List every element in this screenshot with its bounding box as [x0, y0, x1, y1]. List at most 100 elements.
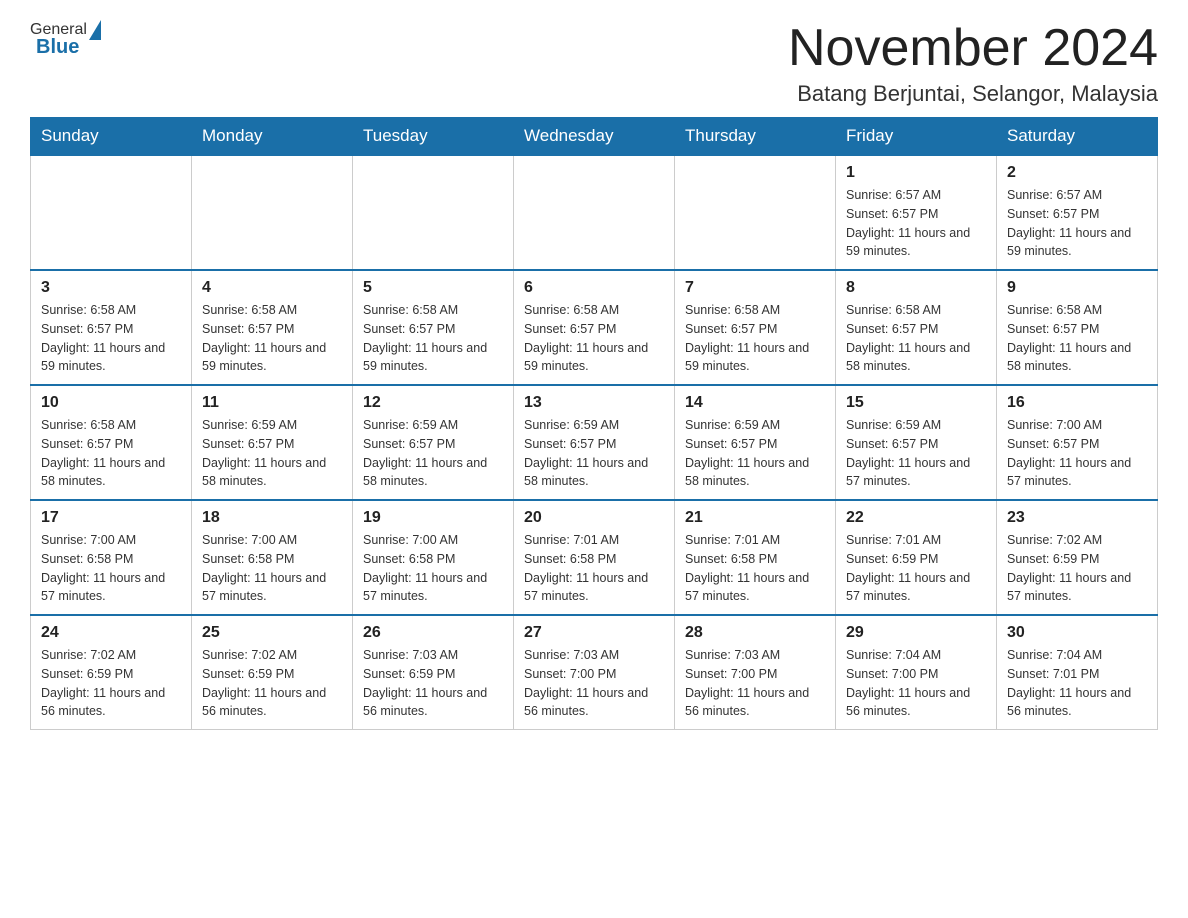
- calendar-cell: 24Sunrise: 7:02 AMSunset: 6:59 PMDayligh…: [31, 615, 192, 730]
- calendar-week-3: 10 Sunrise: 6:58 AMSunset: 6:57 PMDayligh…: [31, 385, 1158, 500]
- calendar-cell: 30Sunrise: 7:04 AMSunset: 7:01 PMDayligh…: [997, 615, 1158, 730]
- logo-blue-text: Blue: [30, 36, 79, 59]
- day-number: 18: [202, 509, 342, 527]
- day-info: Sunrise: 6:59 AMSunset: 6:57 PMDaylight:…: [202, 416, 342, 491]
- day-info: Sunrise: 7:02 AMSunset: 6:59 PMDaylight:…: [41, 646, 181, 721]
- calendar-cell: 4 Sunrise: 6:58 AMSunset: 6:57 PMDaylight…: [192, 270, 353, 385]
- day-number: 17: [41, 509, 181, 527]
- calendar-cell: 26Sunrise: 7:03 AMSunset: 6:59 PMDayligh…: [353, 615, 514, 730]
- day-info: Sunrise: 6:58 AMSunset: 6:57 PMDaylight:…: [41, 416, 181, 491]
- day-info: Sunrise: 7:04 AMSunset: 7:00 PMDaylight:…: [846, 646, 986, 721]
- weekday-header-monday: Monday: [192, 118, 353, 156]
- calendar-cell: 13Sunrise: 6:59 AMSunset: 6:57 PMDayligh…: [514, 385, 675, 500]
- day-info: Sunrise: 7:00 AMSunset: 6:57 PMDaylight:…: [1007, 416, 1147, 491]
- day-number: 30: [1007, 624, 1147, 642]
- title-block: November 2024 Batang Berjuntai, Selangor…: [788, 20, 1158, 107]
- day-info: Sunrise: 6:59 AMSunset: 6:57 PMDaylight:…: [685, 416, 825, 491]
- day-info: Sunrise: 7:03 AMSunset: 7:00 PMDaylight:…: [524, 646, 664, 721]
- calendar-cell: [31, 155, 192, 270]
- day-info: Sunrise: 7:01 AMSunset: 6:59 PMDaylight:…: [846, 531, 986, 606]
- day-info: Sunrise: 7:01 AMSunset: 6:58 PMDaylight:…: [685, 531, 825, 606]
- logo-triangle-icon: [89, 20, 101, 40]
- day-number: 8: [846, 279, 986, 297]
- calendar-cell: 22 Sunrise: 7:01 AMSunset: 6:59 PMDayligh…: [836, 500, 997, 615]
- calendar-cell: 5 Sunrise: 6:58 AMSunset: 6:57 PMDaylight…: [353, 270, 514, 385]
- calendar-cell: 7 Sunrise: 6:58 AMSunset: 6:57 PMDaylight…: [675, 270, 836, 385]
- day-number: 22: [846, 509, 986, 527]
- day-info: Sunrise: 6:58 AMSunset: 6:57 PMDaylight:…: [41, 301, 181, 376]
- calendar-cell: 11 Sunrise: 6:59 AMSunset: 6:57 PMDayligh…: [192, 385, 353, 500]
- calendar-cell: 15Sunrise: 6:59 AMSunset: 6:57 PMDayligh…: [836, 385, 997, 500]
- day-info: Sunrise: 6:58 AMSunset: 6:57 PMDaylight:…: [846, 301, 986, 376]
- day-number: 3: [41, 279, 181, 297]
- day-number: 27: [524, 624, 664, 642]
- day-number: 5: [363, 279, 503, 297]
- weekday-header-wednesday: Wednesday: [514, 118, 675, 156]
- calendar-cell: 3 Sunrise: 6:58 AMSunset: 6:57 PMDaylight…: [31, 270, 192, 385]
- day-number: 10: [41, 394, 181, 412]
- day-number: 12: [363, 394, 503, 412]
- day-number: 28: [685, 624, 825, 642]
- day-number: 14: [685, 394, 825, 412]
- day-info: Sunrise: 6:59 AMSunset: 6:57 PMDaylight:…: [363, 416, 503, 491]
- calendar-cell: [192, 155, 353, 270]
- day-info: Sunrise: 6:59 AMSunset: 6:57 PMDaylight:…: [524, 416, 664, 491]
- day-number: 4: [202, 279, 342, 297]
- calendar-cell: 12 Sunrise: 6:59 AMSunset: 6:57 PMDayligh…: [353, 385, 514, 500]
- location-title: Batang Berjuntai, Selangor, Malaysia: [788, 81, 1158, 107]
- day-info: Sunrise: 6:58 AMSunset: 6:57 PMDaylight:…: [685, 301, 825, 376]
- day-number: 20: [524, 509, 664, 527]
- calendar-cell: 27 Sunrise: 7:03 AMSunset: 7:00 PMDayligh…: [514, 615, 675, 730]
- calendar-table: SundayMondayTuesdayWednesdayThursdayFrid…: [30, 117, 1158, 730]
- day-number: 11: [202, 394, 342, 412]
- calendar-cell: 18Sunrise: 7:00 AMSunset: 6:58 PMDayligh…: [192, 500, 353, 615]
- day-number: 2: [1007, 164, 1147, 182]
- day-info: Sunrise: 6:57 AMSunset: 6:57 PMDaylight:…: [846, 186, 986, 261]
- day-info: Sunrise: 7:00 AMSunset: 6:58 PMDaylight:…: [363, 531, 503, 606]
- weekday-header-friday: Friday: [836, 118, 997, 156]
- weekday-header-saturday: Saturday: [997, 118, 1158, 156]
- logo: General Blue: [30, 20, 103, 59]
- calendar-cell: [514, 155, 675, 270]
- day-number: 23: [1007, 509, 1147, 527]
- weekday-header-tuesday: Tuesday: [353, 118, 514, 156]
- day-number: 25: [202, 624, 342, 642]
- day-info: Sunrise: 6:59 AMSunset: 6:57 PMDaylight:…: [846, 416, 986, 491]
- calendar-cell: 9 Sunrise: 6:58 AMSunset: 6:57 PMDaylight…: [997, 270, 1158, 385]
- month-title: November 2024: [788, 20, 1158, 77]
- day-info: Sunrise: 6:58 AMSunset: 6:57 PMDaylight:…: [202, 301, 342, 376]
- day-info: Sunrise: 6:58 AMSunset: 6:57 PMDaylight:…: [363, 301, 503, 376]
- calendar-cell: 28Sunrise: 7:03 AMSunset: 7:00 PMDayligh…: [675, 615, 836, 730]
- calendar-cell: 6 Sunrise: 6:58 AMSunset: 6:57 PMDaylight…: [514, 270, 675, 385]
- day-info: Sunrise: 7:02 AMSunset: 6:59 PMDaylight:…: [202, 646, 342, 721]
- calendar-cell: 21Sunrise: 7:01 AMSunset: 6:58 PMDayligh…: [675, 500, 836, 615]
- calendar-week-5: 24Sunrise: 7:02 AMSunset: 6:59 PMDayligh…: [31, 615, 1158, 730]
- calendar-week-4: 17 Sunrise: 7:00 AMSunset: 6:58 PMDayligh…: [31, 500, 1158, 615]
- calendar-week-2: 3 Sunrise: 6:58 AMSunset: 6:57 PMDaylight…: [31, 270, 1158, 385]
- calendar-cell: 14 Sunrise: 6:59 AMSunset: 6:57 PMDayligh…: [675, 385, 836, 500]
- calendar-cell: 1 Sunrise: 6:57 AMSunset: 6:57 PMDaylight…: [836, 155, 997, 270]
- calendar-cell: 8 Sunrise: 6:58 AMSunset: 6:57 PMDaylight…: [836, 270, 997, 385]
- day-info: Sunrise: 6:58 AMSunset: 6:57 PMDaylight:…: [524, 301, 664, 376]
- calendar-cell: 19Sunrise: 7:00 AMSunset: 6:58 PMDayligh…: [353, 500, 514, 615]
- calendar-cell: 29 Sunrise: 7:04 AMSunset: 7:00 PMDayligh…: [836, 615, 997, 730]
- weekday-header-row: SundayMondayTuesdayWednesdayThursdayFrid…: [31, 118, 1158, 156]
- day-info: Sunrise: 7:01 AMSunset: 6:58 PMDaylight:…: [524, 531, 664, 606]
- calendar-week-1: 1 Sunrise: 6:57 AMSunset: 6:57 PMDaylight…: [31, 155, 1158, 270]
- weekday-header-sunday: Sunday: [31, 118, 192, 156]
- day-info: Sunrise: 6:58 AMSunset: 6:57 PMDaylight:…: [1007, 301, 1147, 376]
- calendar-cell: 23 Sunrise: 7:02 AMSunset: 6:59 PMDayligh…: [997, 500, 1158, 615]
- day-number: 1: [846, 164, 986, 182]
- day-number: 7: [685, 279, 825, 297]
- day-number: 26: [363, 624, 503, 642]
- day-info: Sunrise: 7:00 AMSunset: 6:58 PMDaylight:…: [41, 531, 181, 606]
- day-number: 9: [1007, 279, 1147, 297]
- day-number: 6: [524, 279, 664, 297]
- day-info: Sunrise: 7:02 AMSunset: 6:59 PMDaylight:…: [1007, 531, 1147, 606]
- calendar-cell: [675, 155, 836, 270]
- calendar-cell: 16Sunrise: 7:00 AMSunset: 6:57 PMDayligh…: [997, 385, 1158, 500]
- page-header: General Blue November 2024 Batang Berjun…: [30, 20, 1158, 107]
- calendar-cell: 25 Sunrise: 7:02 AMSunset: 6:59 PMDayligh…: [192, 615, 353, 730]
- day-info: Sunrise: 6:57 AMSunset: 6:57 PMDaylight:…: [1007, 186, 1147, 261]
- day-number: 29: [846, 624, 986, 642]
